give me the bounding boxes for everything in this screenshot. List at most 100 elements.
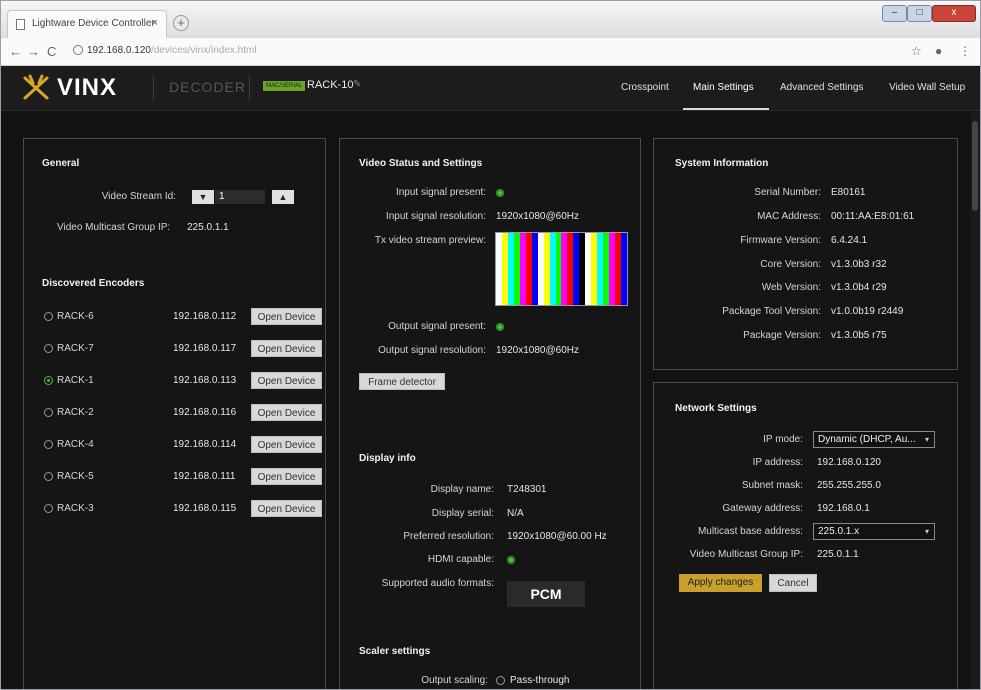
package-version-label: Package Version: [743, 330, 821, 341]
encoder-radio[interactable] [44, 408, 53, 417]
hdmi-capable-label: HDMI capable: [427, 554, 494, 565]
open-device-button[interactable]: Open Device [251, 404, 322, 421]
encoder-radio[interactable] [44, 376, 53, 385]
encoder-radio[interactable] [44, 440, 53, 449]
display-name-value: T248301 [507, 484, 547, 495]
multicast-base-value: 225.0.1.x [818, 526, 860, 537]
tab-crosspoint[interactable]: Crosspoint [621, 82, 669, 93]
star-icon[interactable]: ☆ [911, 44, 922, 58]
input-present-check-icon [496, 189, 504, 197]
hdmi-capable-check-icon [507, 556, 515, 564]
encoder-name: RACK-2 [57, 407, 94, 418]
encoder-radio[interactable] [44, 312, 53, 321]
url-path: /devices/vinx/index.html [150, 45, 257, 56]
tab-advanced-settings[interactable]: Advanced Settings [780, 82, 863, 93]
mac-address-label: MAC Address: [757, 211, 821, 222]
stream-id-increment[interactable]: ▲ [272, 190, 294, 204]
encoder-name: RACK-7 [57, 343, 94, 354]
preferred-res-value: 1920x1080@60.00 Hz [507, 531, 607, 542]
account-icon[interactable]: ● [935, 44, 942, 58]
video-multicast-label: Video Multicast Group IP: [689, 549, 803, 560]
new-tab-button[interactable]: + [173, 15, 189, 31]
header-divider [153, 76, 154, 100]
active-tab-indicator [683, 108, 769, 110]
encoder-radio[interactable] [44, 472, 53, 481]
firmware-version-label: Firmware Version: [740, 235, 821, 246]
encoder-radio[interactable] [44, 344, 53, 353]
maximize-button[interactable]: □ [907, 5, 932, 22]
pass-through-radio[interactable] [496, 676, 505, 685]
menu-icon[interactable]: ⋮ [959, 44, 971, 58]
stream-preview [495, 232, 628, 306]
url-field[interactable]: 192.168.0.120/devices/vinx/index.html [87, 45, 257, 56]
stream-id-label: Video Stream Id: [101, 191, 176, 202]
general-title: General [42, 158, 80, 169]
open-device-button[interactable]: Open Device [251, 340, 322, 357]
tab-main-settings[interactable]: Main Settings [693, 82, 754, 93]
open-device-button[interactable]: Open Device [251, 500, 322, 517]
web-version-value: v1.3.0b4 r29 [831, 282, 887, 293]
input-res-label: Input signal resolution: [385, 211, 486, 222]
output-res-label: Output signal resolution: [378, 345, 486, 356]
multicast-base-select[interactable]: 225.0.1.x ▾ [813, 523, 935, 540]
edit-icon[interactable]: ✎ [353, 79, 361, 90]
preferred-res-label: Preferred resolution: [403, 531, 494, 542]
output-present-check-icon [496, 323, 504, 331]
display-info-title: Display info [359, 453, 416, 464]
serial-number-label: Serial Number: [754, 187, 821, 198]
reload-icon[interactable]: C [47, 44, 56, 59]
info-icon[interactable] [73, 45, 83, 55]
video-multicast-value: 225.0.1.1 [817, 549, 859, 560]
device-mode: DECODER [169, 79, 247, 95]
ip-address-value: 192.168.0.120 [817, 457, 881, 468]
input-res-value: 1920x1080@60Hz [496, 211, 579, 222]
color-bar [621, 233, 627, 305]
multicast-value: 225.0.1.1 [187, 222, 229, 233]
core-version-value: v1.3.0b3 r32 [831, 259, 887, 270]
open-device-button[interactable]: Open Device [251, 468, 322, 485]
package-version-value: v1.3.0b5 r75 [831, 330, 887, 341]
package-tool-version-value: v1.0.0b19 r2449 [831, 306, 904, 317]
page-icon [16, 19, 25, 30]
package-tool-version-label: Package Tool Version: [722, 306, 821, 317]
encoders-title: Discovered Encoders [42, 278, 145, 289]
stream-id-decrement[interactable]: ▼ [192, 190, 214, 204]
open-device-button[interactable]: Open Device [251, 436, 322, 453]
pass-through-label: Pass-through [510, 675, 570, 686]
logo-icon [23, 74, 49, 100]
output-scaling-label: Output scaling: [421, 675, 488, 686]
output-res-value: 1920x1080@60Hz [496, 345, 579, 356]
browser-window: Lightware Device Controller × + – □ x ← … [0, 0, 981, 690]
minimize-button[interactable]: – [882, 5, 907, 22]
cancel-button[interactable]: Cancel [769, 574, 817, 592]
browser-titlebar: Lightware Device Controller × + – □ x [1, 1, 980, 38]
encoder-name: RACK-1 [57, 375, 94, 386]
subnet-mask-label: Subnet mask: [741, 480, 803, 491]
video-status-title: Video Status and Settings [359, 158, 483, 169]
chevron-down-icon: ▾ [924, 527, 929, 536]
device-badge: MAC/SERIAL [263, 81, 306, 91]
output-present-label: Output signal present: [388, 321, 486, 332]
close-tab-icon[interactable]: × [152, 17, 158, 29]
encoder-ip: 192.168.0.115 [173, 503, 237, 514]
ip-mode-select[interactable]: Dynamic (DHCP, Au... ▾ [813, 431, 935, 448]
forward-icon[interactable]: → [27, 44, 40, 59]
subnet-mask-value: 255.255.255.0 [817, 480, 881, 491]
chevron-down-icon: ▾ [924, 435, 929, 444]
close-window-button[interactable]: x [932, 5, 976, 22]
tab-video-wall-setup[interactable]: Video Wall Setup [889, 82, 965, 93]
browser-tab[interactable]: Lightware Device Controller × [7, 10, 167, 38]
apply-changes-button[interactable]: Apply changes [679, 574, 762, 592]
device-name: RACK-10 [307, 79, 354, 91]
audio-formats-label: Supported audio formats: [381, 578, 494, 589]
open-device-button[interactable]: Open Device [251, 372, 322, 389]
encoder-ip: 192.168.0.114 [173, 439, 237, 450]
open-device-button[interactable]: Open Device [251, 308, 322, 325]
encoder-radio[interactable] [44, 504, 53, 513]
scrollbar-thumb[interactable] [972, 121, 978, 211]
stream-id-value[interactable]: 1 [215, 190, 265, 204]
back-icon[interactable]: ← [9, 44, 22, 59]
mac-address-value: 00:11:AA:E8:01:61 [831, 211, 915, 222]
encoder-ip: 192.168.0.111 [173, 471, 236, 482]
frame-detector-button[interactable]: Frame detector [359, 373, 445, 390]
